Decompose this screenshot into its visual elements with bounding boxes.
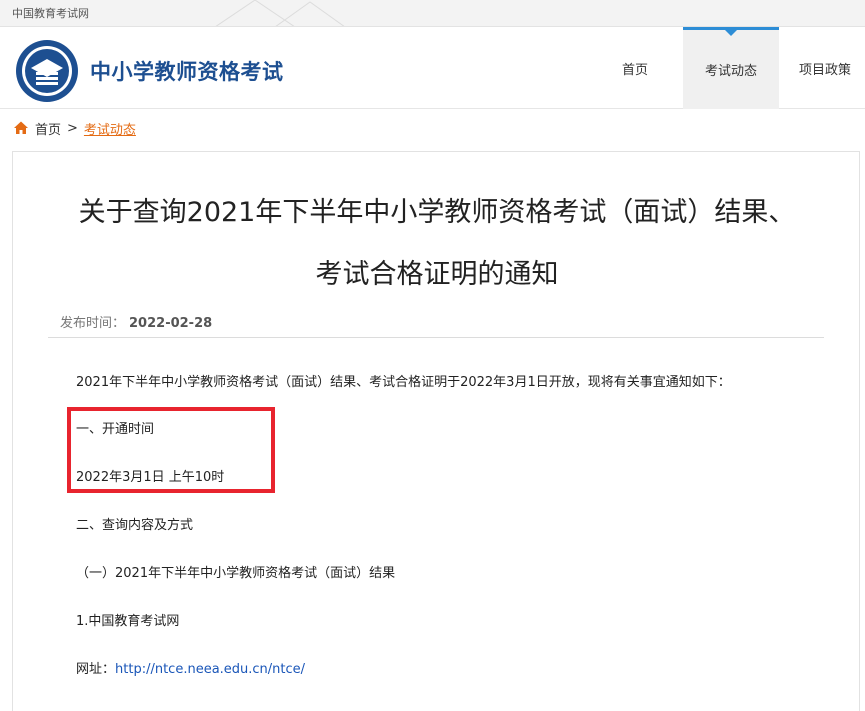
paragraph-subsection-1: （一）2021年下半年中小学教师资格考试（面试）结果 (76, 566, 396, 581)
publish-meta: 发布时间： 2022-02-28 (60, 312, 212, 331)
breadcrumb-separator: > (67, 120, 78, 136)
logo-emblem (16, 40, 78, 102)
active-caret (725, 30, 737, 36)
home-icon (14, 121, 28, 134)
site-header: 中小学教师资格考试 首页 考试动态 项目政策 (0, 27, 865, 109)
main-nav: 首页 考试动态 项目政策 (587, 27, 865, 109)
top-bar: 中国教育考试网 (0, 0, 865, 27)
paragraph-item-1: 1.中国教育考试网 (76, 614, 180, 629)
red-highlight-box (67, 407, 275, 493)
nav-exam-news[interactable]: 考试动态 (683, 27, 779, 109)
nav-home[interactable]: 首页 (587, 27, 683, 109)
paragraph-intro: 2021年下半年中小学教师资格考试（面试）结果、考试合格证明于2022年3月1日… (76, 375, 731, 390)
nav-exam-news-label: 考试动态 (704, 64, 757, 79)
breadcrumb: 首页 > 考试动态 (0, 109, 865, 147)
ntce-link[interactable]: http://ntce.neea.edu.cn/ntce/ (115, 662, 305, 677)
publish-label: 发布时间： (60, 316, 126, 331)
paragraph-section-2: 二、查询内容及方式 (76, 518, 194, 533)
logo-area[interactable]: 中小学教师资格考试 (14, 38, 284, 104)
divider (48, 337, 824, 338)
url-label: 网址： (76, 662, 116, 677)
publish-date: 2022-02-28 (129, 316, 213, 331)
nav-policy[interactable]: 项目政策 (779, 27, 865, 109)
breadcrumb-current[interactable]: 考试动态 (84, 119, 136, 138)
site-name-link[interactable]: 中国教育考试网 (12, 5, 89, 21)
article-title-line1: 关于查询2021年下半年中小学教师资格考试（面试）结果、 (78, 197, 796, 228)
article-container: 关于查询2021年下半年中小学教师资格考试（面试）结果、 考试合格证明的通知 发… (12, 151, 860, 711)
paragraph-url: 网址：http://ntce.neea.edu.cn/ntce/ (76, 658, 305, 677)
brand-title: 中小学教师资格考试 (90, 60, 284, 84)
decorative-lines (215, 0, 345, 26)
article-title: 关于查询2021年下半年中小学教师资格考试（面试）结果、 考试合格证明的通知 (13, 182, 861, 306)
article-title-line2: 考试合格证明的通知 (315, 259, 559, 290)
breadcrumb-home[interactable]: 首页 (35, 119, 61, 138)
